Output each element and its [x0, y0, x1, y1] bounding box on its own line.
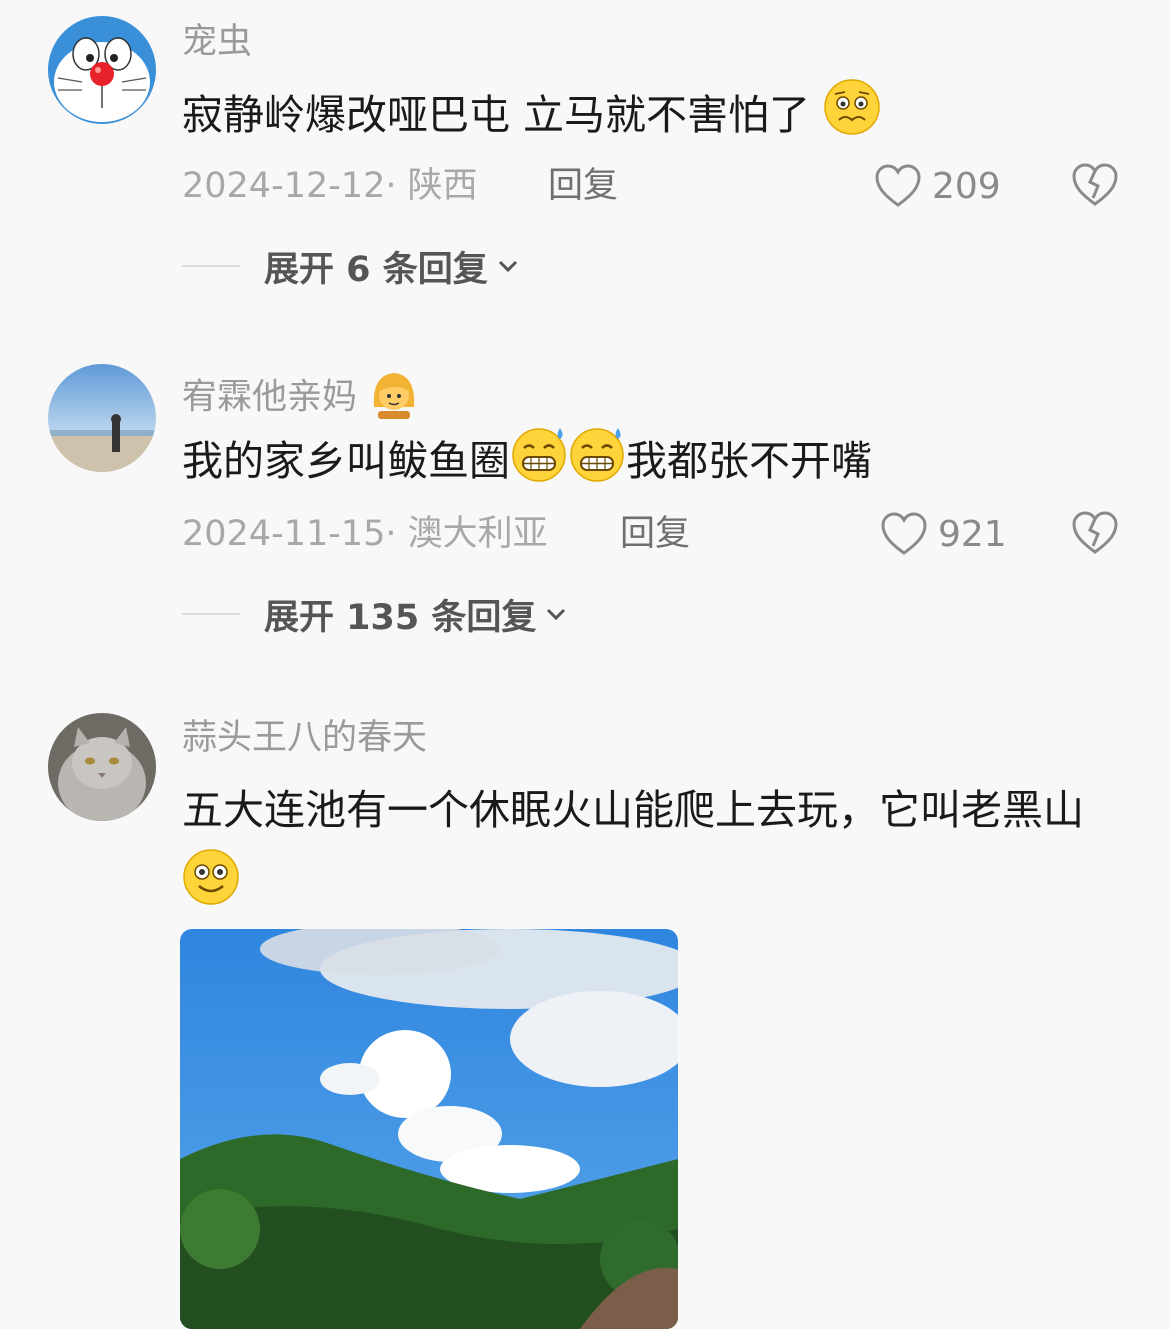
avatar[interactable]: [48, 364, 156, 472]
like-count: 209: [932, 165, 1001, 207]
heart-icon: [875, 164, 921, 207]
scared-face-icon: [823, 78, 881, 158]
grimace-sweat-icon: [568, 424, 626, 504]
comment-text-part-b: 我都张不开嘴: [626, 437, 872, 485]
username[interactable]: 宥霖他亲妈: [182, 367, 420, 430]
username-text: 宥霖他亲妈: [182, 377, 358, 418]
expand-replies-label: 展开 6 条回复: [264, 249, 488, 290]
reply-button[interactable]: 回复: [548, 164, 618, 208]
avatar[interactable]: [48, 713, 156, 821]
comment-text: 寂静岭爆改哑巴屯 立马就不害怕了: [182, 78, 1122, 158]
like-count: 921: [938, 513, 1007, 555]
broken-heart-icon: [1072, 511, 1118, 554]
comment-photo[interactable]: [180, 929, 678, 1329]
comment-text: 五大连池有一个休眠火山能爬上去玩，它叫老黑山: [182, 772, 1122, 930]
heart-icon: [881, 512, 927, 555]
broken-heart-icon: [1072, 163, 1118, 206]
avatar[interactable]: [48, 16, 156, 124]
date-location: 2024-12-12· 陕西: [182, 166, 478, 206]
username[interactable]: 蒜头王八的春天: [182, 716, 427, 760]
expand-replies-button[interactable]: 展开 6 条回复: [182, 242, 520, 290]
reply-button[interactable]: 回复: [620, 512, 690, 556]
smiling-face-icon: [182, 848, 240, 930]
expand-replies-button[interactable]: 展开 135 条回复: [182, 590, 568, 638]
date-location: 2024-11-15· 澳大利亚: [182, 514, 548, 554]
dislike-button[interactable]: [1071, 162, 1119, 210]
like-button[interactable]: 921: [880, 509, 1007, 559]
comment-text: 我的家乡叫鲅鱼圈 我都张不开嘴: [182, 424, 1122, 504]
chevron-down-icon: [547, 608, 566, 621]
like-button[interactable]: 209: [874, 161, 1001, 211]
comment-text-content: 寂静岭爆改哑巴屯 立马就不害怕了: [182, 91, 811, 139]
divider: [182, 265, 240, 267]
expand-replies-label: 展开 135 条回复: [264, 597, 537, 638]
username[interactable]: 宠虫: [182, 20, 252, 64]
grimace-sweat-icon: [510, 424, 568, 504]
woman-face-icon: [368, 367, 420, 430]
dislike-button[interactable]: [1071, 510, 1119, 558]
comment-text-part-a: 我的家乡叫鲅鱼圈: [182, 437, 510, 485]
comment-text-content: 五大连池有一个休眠火山能爬上去玩，它叫老黑山: [182, 786, 1084, 834]
divider: [182, 613, 240, 615]
chevron-down-icon: [498, 260, 517, 273]
